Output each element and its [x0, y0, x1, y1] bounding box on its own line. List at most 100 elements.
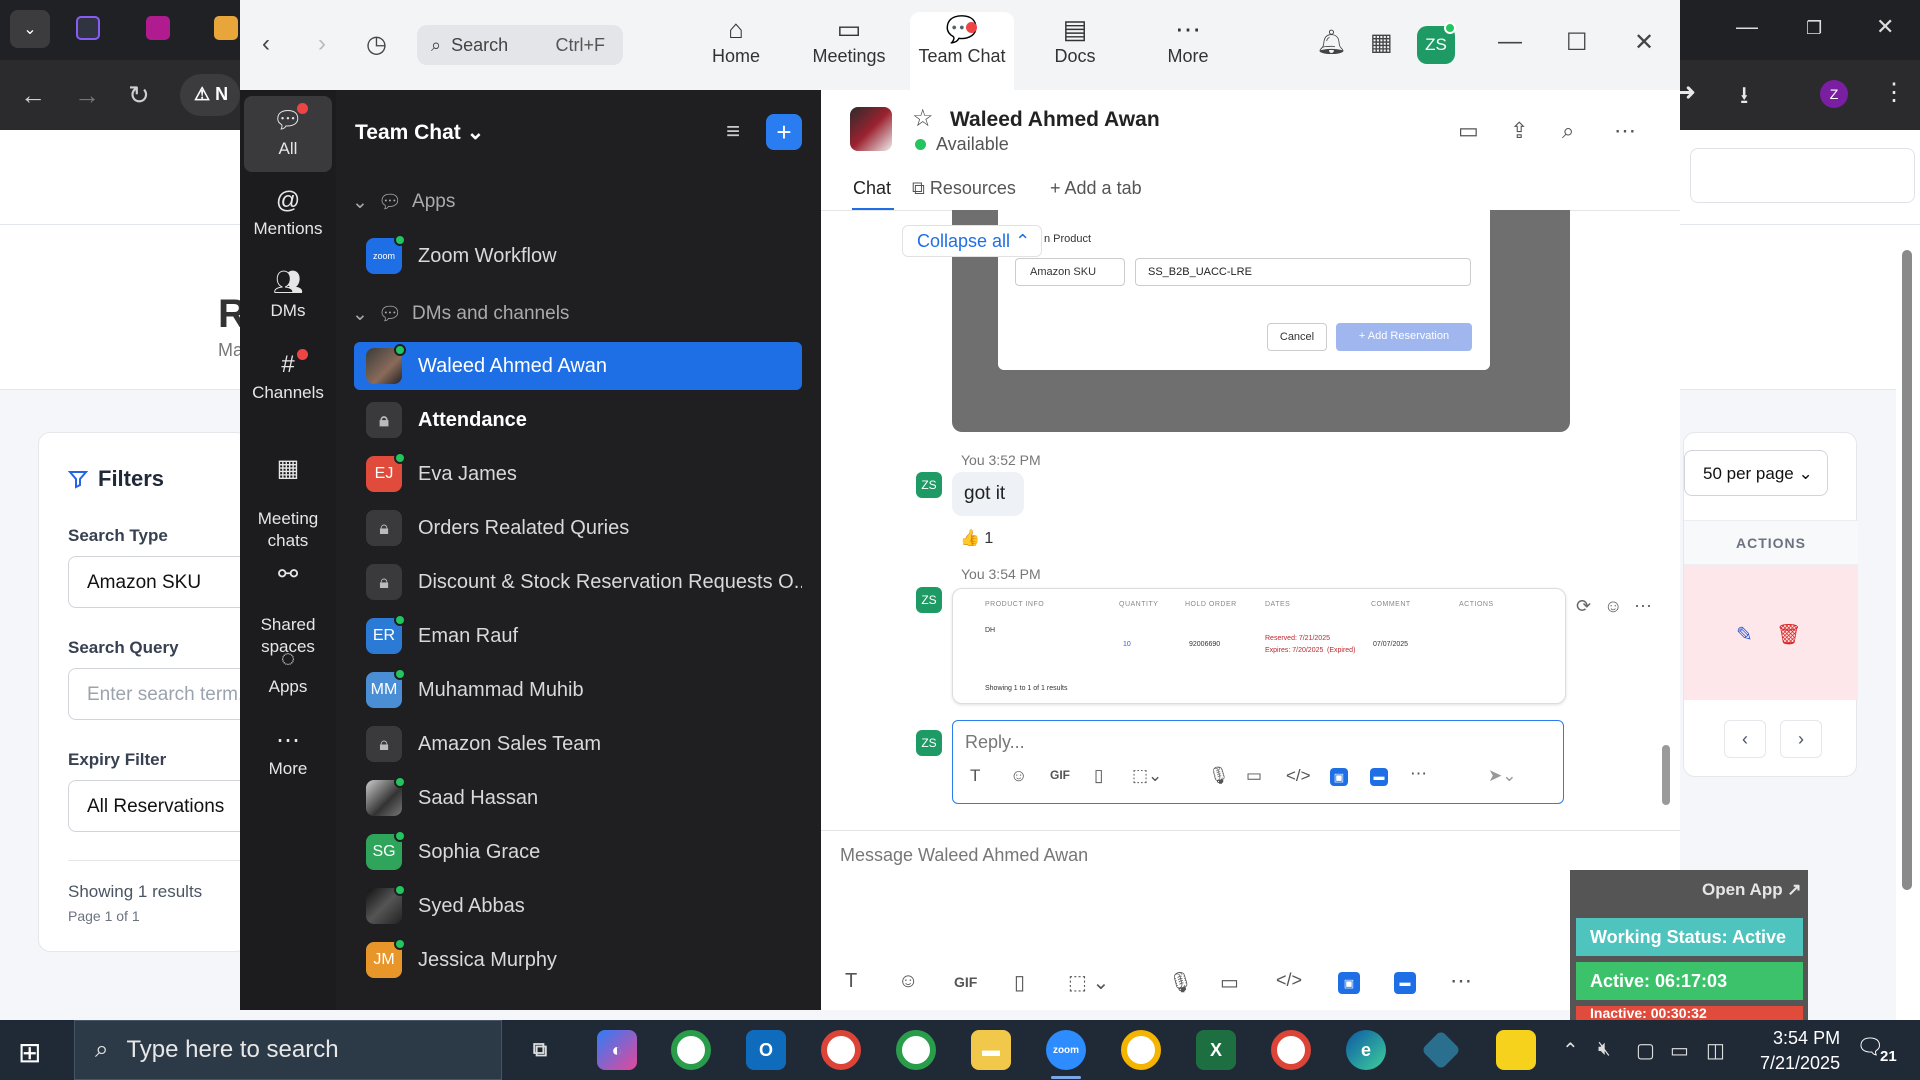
restore-icon[interactable]: ❐	[1806, 18, 1822, 39]
emoji-icon[interactable]: ☺	[898, 970, 918, 993]
screenshot-icon[interactable]: ⬚ ⌄	[1068, 970, 1109, 995]
page-scrollbar-thumb[interactable]	[1902, 250, 1912, 890]
tab-resources[interactable]: ⧉ Resources	[912, 178, 1016, 199]
apps-section-header[interactable]: ⌄ 💬︎ Apps	[352, 190, 455, 214]
more-icon[interactable]: ⋯	[1634, 596, 1652, 617]
task-view-icon[interactable]: ⧉	[520, 1030, 560, 1070]
maximize-icon[interactable]: ☐	[1566, 28, 1588, 57]
image-attachment[interactable]: PRODUCT INFO QUANTITY HOLD ORDER DATES C…	[952, 588, 1566, 704]
app-shortcut-icon[interactable]: ▣	[1338, 972, 1360, 994]
close-icon[interactable]: ✕	[1876, 14, 1894, 40]
back-arrow-icon[interactable]: ←	[20, 80, 46, 111]
text-format-icon[interactable]: T	[845, 970, 857, 993]
chat-list-title[interactable]: Team Chat ⌄	[355, 120, 484, 145]
battery-icon[interactable]: ▭	[1670, 1038, 1689, 1063]
reply-input[interactable]: Reply...	[965, 732, 1025, 753]
rail-mentions[interactable]: @ Mentions	[244, 184, 332, 240]
kebab-menu-icon[interactable]: ⋮	[1882, 78, 1906, 107]
system-clock[interactable]: 3:54 PM 7/21/2025	[1760, 1026, 1840, 1076]
calendar-icon[interactable]: ▦	[1370, 28, 1393, 57]
list-item[interactable]: 🔒︎ Attendance	[354, 396, 802, 444]
forward-icon[interactable]: ›	[318, 30, 326, 58]
emoji-react-icon[interactable]: ☺	[1604, 596, 1622, 617]
minimize-icon[interactable]: —	[1498, 28, 1522, 56]
app-shortcut-icon[interactable]: ▬	[1370, 768, 1388, 786]
list-item[interactable]: ER Eman Rauf	[354, 612, 802, 660]
tab-more[interactable]: ⋯ More	[1136, 12, 1240, 90]
text-format-icon[interactable]: T	[970, 766, 980, 786]
reload-icon[interactable]: ↻	[128, 80, 150, 111]
rail-more[interactable]: ⋯ More	[244, 724, 332, 780]
emoji-icon[interactable]: ☺	[1010, 766, 1027, 786]
rail-dms[interactable]: 👥︎ DMs	[244, 266, 332, 322]
chrome-icon[interactable]	[671, 1030, 711, 1070]
windows-start-icon[interactable]: ⊞	[18, 1036, 41, 1069]
list-item[interactable]: 🔒︎ Orders Realated Quries	[354, 504, 802, 552]
screenshot-icon[interactable]: ⬚⌄	[1132, 766, 1162, 786]
list-item-zoom-workflow[interactable]: zoom Zoom Workflow	[354, 232, 802, 280]
taskbar-search[interactable]: ⌕ Type here to search	[74, 1020, 502, 1080]
zoom-search[interactable]: ⌕ Search Ctrl+F	[417, 25, 623, 65]
dms-section-header[interactable]: ⌄ 💬︎ DMs and channels	[352, 302, 569, 326]
reply-thread-icon[interactable]: ⟳	[1576, 596, 1591, 617]
gif-icon[interactable]: GIF	[954, 974, 977, 990]
more-icon[interactable]: ⋯	[1614, 118, 1636, 144]
share-screen-icon[interactable]: ⇪	[1510, 118, 1528, 144]
message-bubble[interactable]: got it	[952, 472, 1024, 516]
history-icon[interactable]: ◷	[366, 30, 387, 59]
sticky-notes-icon[interactable]	[1496, 1030, 1536, 1070]
contact-name[interactable]: Waleed Ahmed Awan	[950, 108, 1160, 132]
send-icon[interactable]: ➤⌄	[1488, 766, 1517, 786]
tray-expand-icon[interactable]: ⌃	[1562, 1038, 1579, 1063]
download-icon[interactable]: ⭳	[1740, 78, 1748, 119]
chrome-icon[interactable]	[1271, 1030, 1311, 1070]
tab-search-button[interactable]: ⌄	[10, 10, 50, 48]
rail-channels[interactable]: # Channels	[244, 348, 332, 404]
tab-add[interactable]: + Add a tab	[1050, 178, 1142, 199]
zoom-taskbar-icon[interactable]: zoom	[1046, 1030, 1086, 1070]
new-chat-button[interactable]: +	[766, 114, 802, 150]
network-icon[interactable]: ◫	[1706, 1038, 1725, 1063]
more-icon[interactable]: ⋯	[1450, 968, 1472, 994]
list-item[interactable]: 🔒︎ Discount & Stock Reservation Requests…	[354, 558, 802, 606]
message-input[interactable]: Message Waleed Ahmed Awan	[840, 845, 1088, 866]
reaction-badge[interactable]: 👍 1	[960, 528, 993, 548]
code-icon[interactable]: </>	[1276, 970, 1302, 991]
bell-icon[interactable]: 🔔︎	[1316, 28, 1346, 57]
browser-profile-avatar[interactable]: Z	[1820, 80, 1848, 108]
next-page-button[interactable]: ›	[1780, 720, 1822, 758]
video-message-icon[interactable]: ▭	[1220, 970, 1239, 995]
sender-avatar[interactable]: ZS	[916, 587, 942, 613]
edit-icon[interactable]: ✎	[1736, 622, 1753, 647]
sender-avatar[interactable]: ZS	[916, 472, 942, 498]
trash-icon[interactable]: 🗑	[1776, 622, 1801, 647]
copilot-icon[interactable]: ◐	[597, 1030, 637, 1070]
reply-input-box[interactable]	[952, 720, 1564, 804]
list-item[interactable]: JM Jessica Murphy	[354, 936, 802, 984]
app-shortcut-icon[interactable]: ▬	[1394, 972, 1416, 994]
address-bar[interactable]: ⚠ N	[180, 74, 240, 116]
forward-arrow-icon[interactable]: →	[74, 80, 100, 111]
code-icon[interactable]: </>	[1286, 766, 1311, 786]
file-icon[interactable]: ▯	[1014, 970, 1025, 995]
tab-home[interactable]: ⌂ Home	[684, 12, 788, 90]
search-query-input[interactable]: Enter search term...	[68, 668, 248, 720]
app-shortcut-icon[interactable]: ▣	[1330, 768, 1348, 786]
prev-page-button[interactable]: ‹	[1724, 720, 1766, 758]
close-icon[interactable]: ✕	[1634, 28, 1654, 57]
list-item[interactable]: 🔒︎ Amazon Sales Team	[354, 720, 802, 768]
tab-favicon[interactable]	[76, 16, 100, 40]
search-icon[interactable]: ⌕	[1562, 118, 1574, 144]
rail-apps[interactable]: ◌ Apps	[244, 642, 332, 698]
star-icon[interactable]: ☆	[912, 104, 934, 133]
chrome-icon[interactable]	[821, 1030, 861, 1070]
tab-meetings[interactable]: ▭ Meetings	[797, 12, 901, 90]
per-page-select[interactable]: 50 per page ⌄	[1684, 450, 1828, 496]
minimize-icon[interactable]: —	[1736, 14, 1758, 40]
excel-icon[interactable]: X	[1196, 1030, 1236, 1070]
edge-icon[interactable]: e	[1346, 1030, 1386, 1070]
rail-all[interactable]: 💬︎ All	[244, 96, 332, 172]
more-icon[interactable]: ⋯	[1410, 764, 1427, 784]
file-icon[interactable]: ▯	[1094, 766, 1103, 786]
list-item[interactable]: EJ Eva James	[354, 450, 802, 498]
